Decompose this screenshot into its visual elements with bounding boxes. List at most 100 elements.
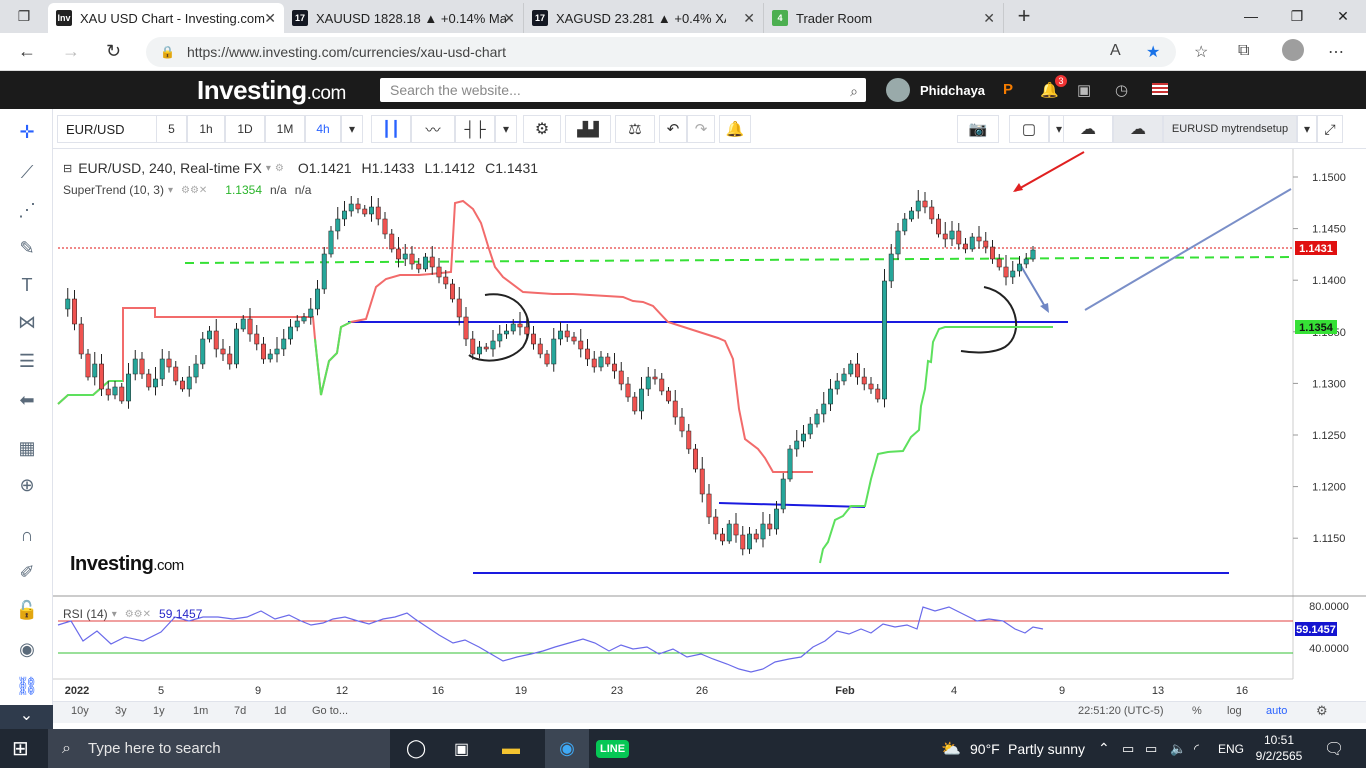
windows-start-icon[interactable]: ⊞ <box>12 729 29 768</box>
expand-icon[interactable]: ⤢ <box>1317 115 1343 143</box>
layout-name-field[interactable]: EURUSD mytrendsetup <box>1163 115 1297 143</box>
close-window-button[interactable]: ✕ <box>1320 0 1366 32</box>
forward-arrow-icon[interactable]: → <box>62 41 80 62</box>
read-aloud-icon[interactable]: A <box>1110 42 1121 60</box>
back-arrow-icon[interactable]: ⬅ <box>14 387 40 413</box>
legend-dropdown-icon[interactable]: ▾ <box>266 163 271 174</box>
measure-icon[interactable]: ▦ <box>14 435 40 461</box>
chart-area[interactable]: 1.15001.14501.14001.13501.13001.12501.12… <box>53 149 1366 700</box>
range-3y[interactable]: 3y <box>115 705 127 717</box>
reload-icon[interactable]: ↻ <box>106 41 121 62</box>
rsi-settings-icon[interactable]: ⚙⚙✕ <box>125 609 151 620</box>
investing-logo[interactable]: Investing.com <box>197 75 346 106</box>
zoom-in-icon[interactable]: ⊕ <box>14 472 40 498</box>
magnet-icon[interactable]: ∩ <box>14 522 40 548</box>
fib-tool-icon[interactable]: ⋰ <box>14 197 40 223</box>
layout-dropdown-icon[interactable]: ▾ <box>1297 115 1317 143</box>
range-7d[interactable]: 7d <box>234 705 246 717</box>
interval-1h[interactable]: 1h <box>187 115 225 143</box>
indicator-settings-icon[interactable]: ⚙⚙✕ <box>181 185 207 196</box>
us-flag-icon[interactable] <box>1152 83 1168 95</box>
profile-avatar-icon[interactable] <box>1282 39 1304 61</box>
search-icon[interactable]: ⌕ <box>850 79 858 103</box>
file-explorer-icon[interactable]: ▬ <box>502 729 520 768</box>
tab-xauusd[interactable]: 17 XAUUSD 1828.18 ▲ +0.14% Mal ✕ <box>284 3 524 33</box>
legend-collapse-icon[interactable]: ⊟ <box>63 162 72 175</box>
curve-drawing-right[interactable] <box>960 286 1018 354</box>
indicators-icon[interactable]: ▟▟ <box>565 115 611 143</box>
load-cloud-icon[interactable]: ☁ <box>1063 115 1113 143</box>
interval-1d[interactable]: 1D <box>225 115 265 143</box>
more-menu-icon[interactable]: ⋯ <box>1328 42 1344 62</box>
pro-icon[interactable]: P <box>1003 81 1013 98</box>
portfolio-icon[interactable]: ▣ <box>1077 81 1091 99</box>
collections-icon[interactable]: ⧉ <box>1238 42 1249 60</box>
meet-now-icon[interactable]: ▭ <box>1122 729 1134 768</box>
clock-icon[interactable]: ◷ <box>1115 81 1128 99</box>
tray-chevron-icon[interactable]: ⌃ <box>1098 729 1110 768</box>
restore-button[interactable]: ❐ <box>1274 0 1320 32</box>
legend-settings-icon[interactable]: ⚙ <box>275 163 284 174</box>
range-1d[interactable]: 1d <box>274 705 286 717</box>
close-tab-icon[interactable]: ✕ <box>503 10 515 27</box>
volume-icon[interactable]: 🔈 <box>1170 729 1186 768</box>
link-icon[interactable]: ⛓ <box>14 673 40 699</box>
task-view-icon[interactable]: ▣ <box>454 729 469 768</box>
weather-temp[interactable]: 90°F <box>970 729 1000 768</box>
tab-xau-usd-chart[interactable]: Inv XAU USD Chart - Investing.com ✕ <box>48 3 284 33</box>
range-1y[interactable]: 1y <box>153 705 165 717</box>
close-tab-icon[interactable]: ✕ <box>983 10 995 27</box>
rsi-dropdown-icon[interactable]: ▾ <box>112 609 117 620</box>
settings-gear-icon[interactable]: ⚙ <box>523 115 561 143</box>
red-arrow[interactable] <box>1014 151 1085 192</box>
crosshair-icon[interactable]: ✛ <box>14 119 40 145</box>
save-cloud-icon[interactable]: ☁ <box>1113 115 1163 143</box>
tab-actions-icon[interactable]: ❐ <box>0 0 48 32</box>
lock-drawings-icon[interactable]: 🔓 <box>14 597 40 623</box>
line-app-icon[interactable]: LINE <box>596 729 630 768</box>
undo-icon[interactable]: ↶ <box>659 115 687 143</box>
chart-type-dropdown-icon[interactable]: ▾ <box>495 115 517 143</box>
indicator-dropdown-icon[interactable]: ▾ <box>168 185 173 196</box>
trend-line-icon[interactable]: ⟋ <box>14 159 40 185</box>
interval-1m[interactable]: 1M <box>265 115 305 143</box>
battery-icon[interactable]: ▭ <box>1145 729 1157 768</box>
tab-trader-room[interactable]: 4 Trader Room ✕ <box>764 3 1004 33</box>
close-tab-icon[interactable]: ✕ <box>264 10 276 27</box>
forecast-tool-icon[interactable]: ☰ <box>14 348 40 374</box>
horizontal-line-low[interactable] <box>718 502 866 508</box>
trend-line[interactable] <box>1084 188 1292 311</box>
compare-icon[interactable]: ⚖ <box>615 115 655 143</box>
interval-dropdown-icon[interactable]: ▾ <box>341 115 363 143</box>
support-dashed-line[interactable] <box>184 256 1294 264</box>
weather-text[interactable]: Partly sunny <box>1008 729 1085 768</box>
brush-icon[interactable]: ✎ <box>14 235 40 261</box>
text-tool-icon[interactable]: T <box>14 272 40 298</box>
taskbar-clock[interactable]: 10:51 9/2/2565 <box>1254 732 1304 764</box>
chart-svg[interactable]: 1.15001.14501.14001.13501.13001.12501.12… <box>53 149 1366 700</box>
edge-browser-icon[interactable]: ◉ <box>545 729 589 768</box>
close-tab-icon[interactable]: ✕ <box>743 10 755 27</box>
chart-settings-gear-icon[interactable]: ⚙ <box>1316 703 1328 719</box>
new-tab-button[interactable]: + <box>1004 0 1044 32</box>
back-arrow-icon[interactable]: ← <box>18 41 36 62</box>
range-1m[interactable]: 1m <box>193 705 208 717</box>
goto-button[interactable]: Go to... <box>312 705 348 717</box>
bars-icon[interactable]: ┤├ <box>455 115 495 143</box>
language-indicator[interactable]: ENG <box>1218 729 1244 768</box>
minimize-button[interactable]: — <box>1228 0 1274 32</box>
tab-xagusd[interactable]: 17 XAGUSD 23.281 ▲ +0.4% XAUUS ✕ <box>524 3 764 33</box>
site-search-input[interactable]: Search the website... ⌕ <box>380 78 866 102</box>
collapse-toolbar-icon[interactable]: ⌄ <box>0 705 53 729</box>
favorites-icon[interactable]: ☆ <box>1194 42 1208 62</box>
cortana-icon[interactable]: ◯ <box>406 729 426 768</box>
stay-drawing-icon[interactable]: ✐ <box>14 559 40 585</box>
fullscreen-box-icon[interactable]: ▢ <box>1009 115 1049 143</box>
candles-icon[interactable]: ┃┃ <box>371 115 411 143</box>
line-chart-icon[interactable]: 〰 <box>411 115 455 143</box>
percent-toggle[interactable]: % <box>1192 705 1202 717</box>
camera-icon[interactable]: 📷 <box>957 115 999 143</box>
auto-toggle[interactable]: auto <box>1266 705 1287 717</box>
blue-arrow[interactable] <box>1020 265 1048 311</box>
wifi-icon[interactable]: ◜ <box>1194 729 1199 768</box>
